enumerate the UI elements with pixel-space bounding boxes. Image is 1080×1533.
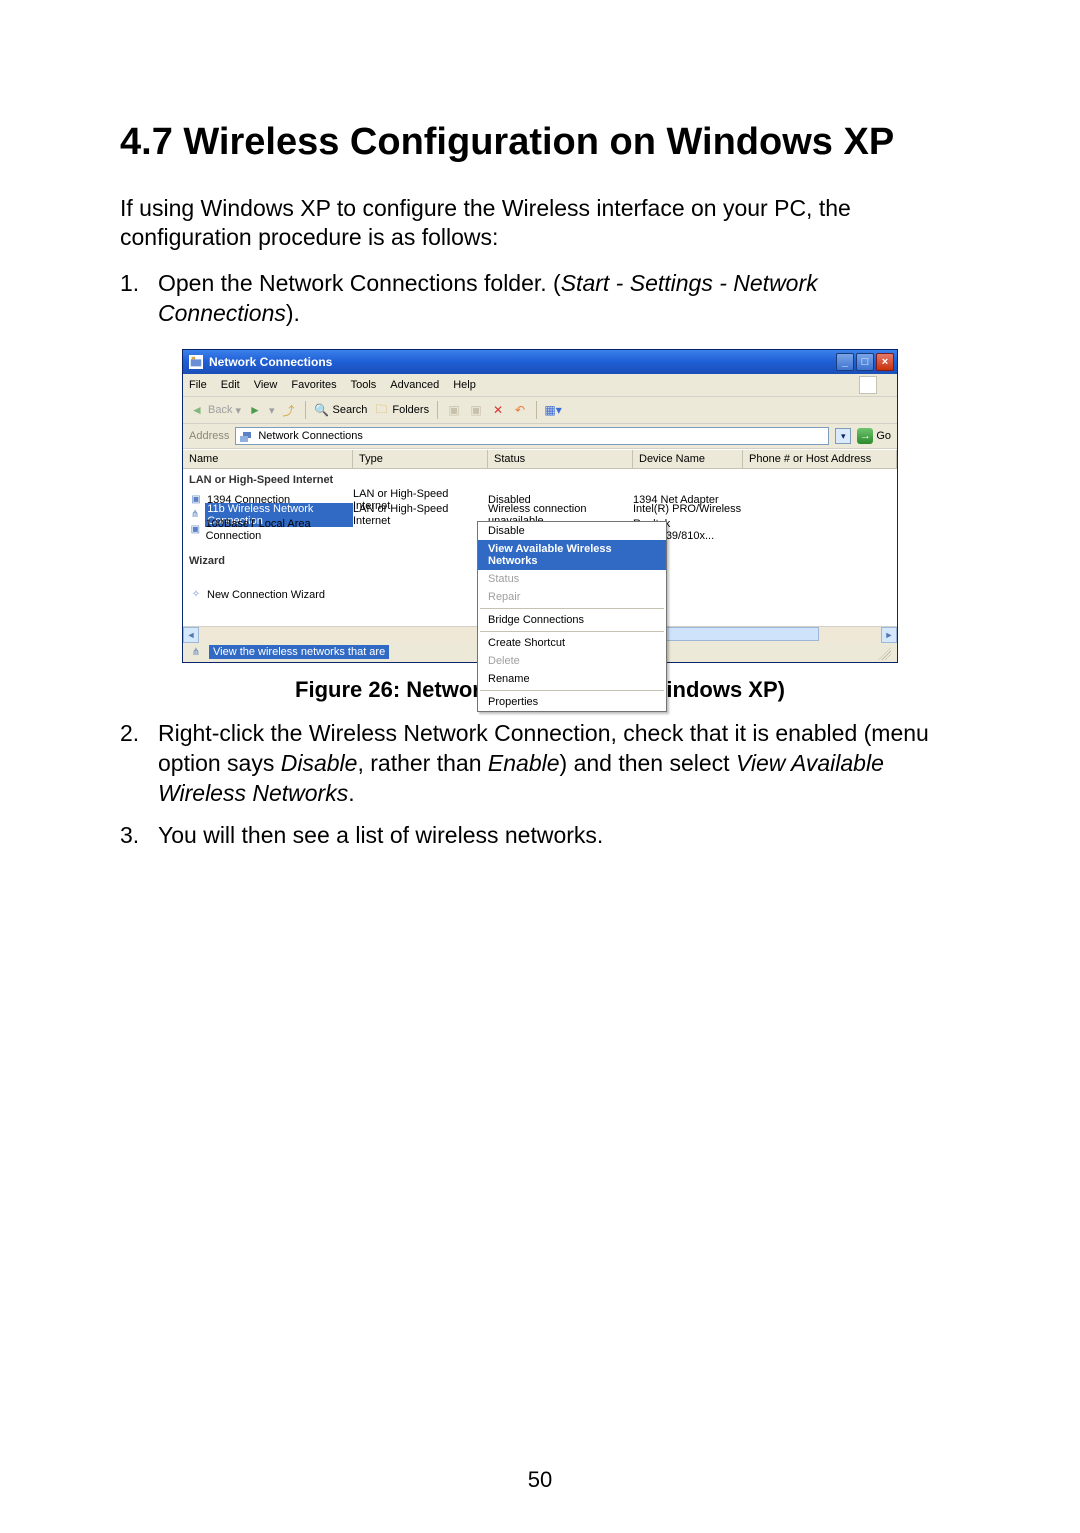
app-icon — [189, 355, 203, 369]
menu-edit[interactable]: Edit — [221, 379, 240, 391]
menu-tools[interactable]: Tools — [351, 379, 377, 391]
close-button[interactable]: × — [876, 353, 894, 371]
step-1-text-b: ). — [286, 300, 300, 326]
row1-type: LAN or High-Speed Internet — [353, 503, 488, 527]
intro-paragraph: If using Windows XP to configure the Wir… — [120, 194, 960, 254]
menu-favorites[interactable]: Favorites — [291, 379, 336, 391]
wizard-icon: ✧ — [189, 589, 203, 601]
row2-name: 100BaseT Local Area Connection — [206, 518, 353, 542]
step-2-d: . — [348, 780, 354, 806]
address-dropdown-icon[interactable]: ▾ — [835, 428, 851, 444]
search-button[interactable]: 🔍 Search — [314, 402, 368, 418]
cm-rename[interactable]: Rename — [478, 670, 666, 688]
col-name[interactable]: Name — [183, 450, 353, 468]
cm-disable[interactable]: Disable — [478, 522, 666, 540]
cm-separator — [480, 690, 664, 691]
cm-properties[interactable]: Properties — [478, 693, 666, 711]
step-2-disable: Disable — [281, 750, 358, 776]
xp-window: Network Connections _ □ × File Edit View… — [182, 349, 898, 663]
toolbar: ◄ Back ▾ ► ▾ ⤴ 🔍 Search 🗀 Folders ▣ ▣ ✕ — [183, 397, 897, 424]
moveto-icon[interactable]: ▣ — [446, 402, 462, 418]
views-icon[interactable]: ▦▾ — [545, 402, 561, 418]
address-bar: Address Network Connections ▾ → Go — [183, 424, 897, 449]
address-value: Network Connections — [258, 430, 363, 442]
folders-button[interactable]: 🗀 Folders — [373, 402, 429, 418]
step-1-text-a: Open the Network Connections folder. ( — [158, 270, 561, 296]
go-label: Go — [876, 430, 891, 442]
col-device[interactable]: Device Name — [633, 450, 743, 468]
title-text: Network Connections — [209, 355, 836, 369]
cm-delete[interactable]: Delete — [478, 652, 666, 670]
cm-shortcut[interactable]: Create Shortcut — [478, 634, 666, 652]
go-icon: → — [857, 428, 873, 444]
menu-file[interactable]: File — [189, 379, 207, 391]
context-menu[interactable]: Disable View Available Wireless Networks… — [477, 521, 667, 712]
step-number: 3. — [120, 821, 158, 851]
folders-icon: 🗀 — [373, 402, 389, 418]
menubar[interactable]: File Edit View Favorites Tools Advanced … — [183, 374, 897, 397]
folders-label: Folders — [392, 404, 429, 416]
col-type[interactable]: Type — [353, 450, 488, 468]
copyto-icon[interactable]: ▣ — [468, 402, 484, 418]
figure-screenshot: Network Connections _ □ × File Edit View… — [182, 349, 898, 663]
step-3: 3. You will then see a list of wireless … — [120, 821, 960, 851]
wizard-item: New Connection Wizard — [207, 589, 325, 601]
step-1: 1. Open the Network Connections folder. … — [120, 269, 960, 329]
scroll-right-icon[interactable]: ► — [881, 627, 897, 643]
address-label: Address — [189, 430, 229, 442]
maximize-button[interactable]: □ — [856, 353, 874, 371]
step-2-c: ) and then select — [560, 750, 736, 776]
section-lan: LAN or High-Speed Internet — [189, 474, 897, 486]
back-label: Back — [208, 404, 232, 416]
cm-status[interactable]: Status — [478, 570, 666, 588]
cm-view-networks[interactable]: View Available Wireless Networks — [478, 540, 666, 570]
step-2-enable: Enable — [488, 750, 560, 776]
cm-repair[interactable]: Repair — [478, 588, 666, 606]
titlebar: Network Connections _ □ × — [183, 350, 897, 374]
cm-separator — [480, 631, 664, 632]
step-number: 1. — [120, 269, 158, 329]
status-text: View the wireless networks that are — [209, 645, 389, 659]
step-3-text: You will then see a list of wireless net… — [158, 821, 603, 851]
back-button[interactable]: ◄ Back ▾ — [189, 402, 241, 418]
menu-advanced[interactable]: Advanced — [390, 379, 439, 391]
windows-logo-icon — [859, 376, 877, 394]
delete-icon[interactable]: ✕ — [490, 402, 506, 418]
step-2: 2. Right-click the Wireless Network Conn… — [120, 719, 960, 809]
scroll-left-icon[interactable]: ◄ — [183, 627, 199, 643]
step-2-b: , rather than — [357, 750, 487, 776]
address-icon — [240, 430, 254, 442]
menu-view[interactable]: View — [254, 379, 278, 391]
undo-icon[interactable]: ↶ — [512, 402, 528, 418]
resize-grip-icon[interactable] — [875, 644, 891, 660]
up-icon[interactable]: ⤴ — [281, 402, 297, 418]
status-icon: ⋔ — [189, 646, 203, 658]
column-headers[interactable]: Name Type Status Device Name Phone # or … — [183, 449, 897, 469]
cm-bridge[interactable]: Bridge Connections — [478, 611, 666, 629]
section-heading: 4.7 Wireless Configuration on Windows XP — [120, 120, 960, 166]
go-button[interactable]: → Go — [857, 428, 891, 444]
col-status[interactable]: Status — [488, 450, 633, 468]
cm-separator — [480, 608, 664, 609]
scroll-thumb[interactable] — [649, 627, 819, 641]
forward-icon[interactable]: ► — [247, 402, 263, 418]
col-phone[interactable]: Phone # or Host Address — [743, 450, 897, 468]
search-label: Search — [333, 404, 368, 416]
step-number: 2. — [120, 719, 158, 809]
minimize-button[interactable]: _ — [836, 353, 854, 371]
lan-icon: ▣ — [189, 524, 202, 536]
page-number: 50 — [0, 1467, 1080, 1493]
address-input[interactable]: Network Connections — [235, 427, 829, 445]
search-icon: 🔍 — [314, 402, 330, 418]
back-icon: ◄ — [189, 402, 205, 418]
menu-help[interactable]: Help — [453, 379, 476, 391]
list-body: LAN or High-Speed Internet ▣ 1394 Connec… — [183, 469, 897, 626]
